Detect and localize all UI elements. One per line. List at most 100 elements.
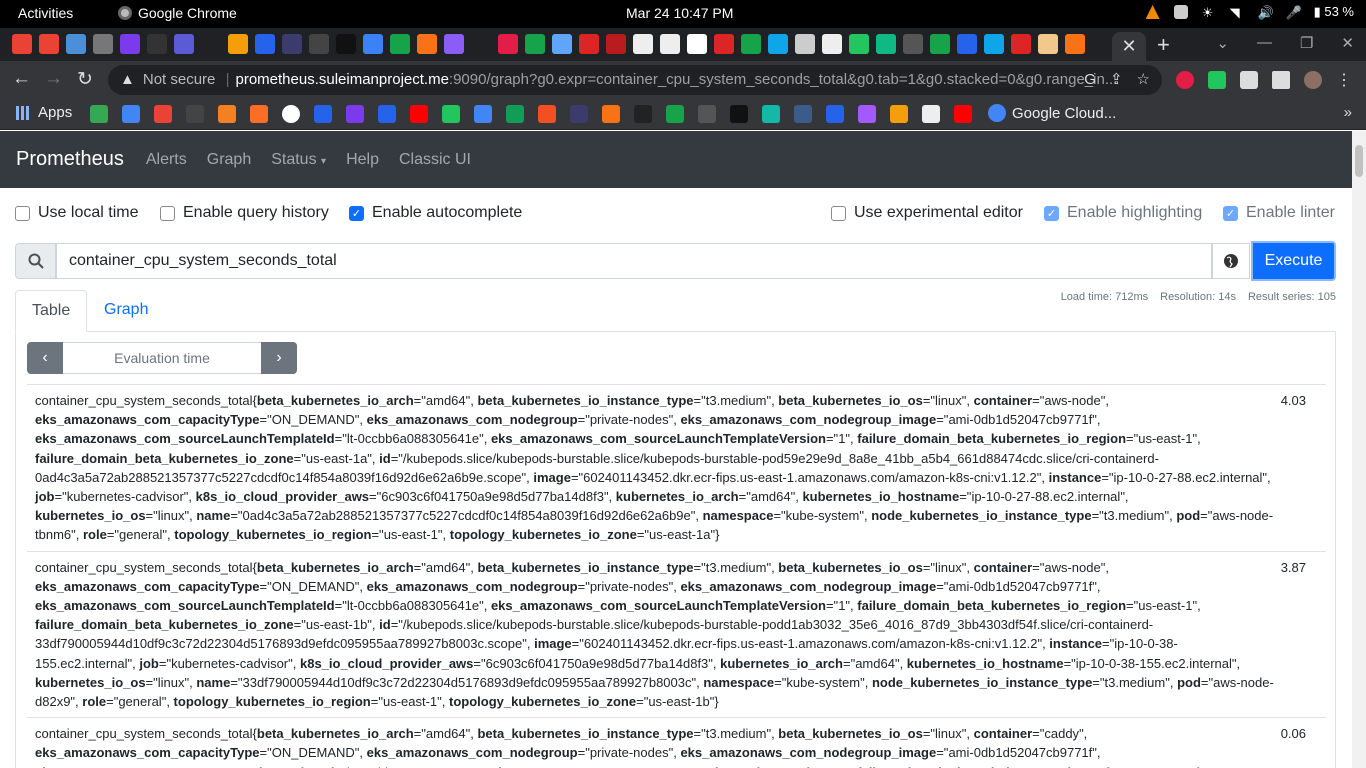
tab-app[interactable] bbox=[417, 34, 437, 54]
bookmarks-overflow-icon[interactable]: » bbox=[1344, 104, 1352, 121]
tab-app[interactable] bbox=[903, 34, 923, 54]
tab-gmail-2[interactable] bbox=[39, 34, 59, 54]
puzzle-extensions-icon[interactable] bbox=[1240, 71, 1258, 89]
bookmark-youtube[interactable] bbox=[410, 105, 428, 123]
tab-app[interactable] bbox=[822, 34, 842, 54]
nav-classic-ui[interactable]: Classic UI bbox=[399, 151, 471, 169]
eval-time-forward-button[interactable]: › bbox=[261, 342, 297, 374]
side-panel-icon[interactable] bbox=[1272, 71, 1290, 89]
tab-app[interactable] bbox=[795, 34, 815, 54]
expression-input[interactable]: container_cpu_system_seconds_total bbox=[56, 243, 1212, 279]
tab-app[interactable] bbox=[606, 34, 626, 54]
bookmark-item[interactable] bbox=[570, 105, 588, 123]
tab-app[interactable] bbox=[201, 34, 221, 54]
bookmark-item[interactable] bbox=[602, 105, 620, 123]
forward-button[interactable]: → bbox=[44, 68, 63, 90]
scrollbar-thumb[interactable] bbox=[1355, 145, 1363, 177]
tab-app[interactable] bbox=[93, 34, 113, 54]
bookmark-gmail[interactable] bbox=[154, 105, 172, 123]
bookmark-apps[interactable]: Apps bbox=[16, 104, 72, 121]
tab-app[interactable] bbox=[876, 34, 896, 54]
profile-avatar[interactable] bbox=[1304, 71, 1322, 89]
tab-app[interactable] bbox=[228, 34, 248, 54]
tab-active-close-button[interactable]: ✕ bbox=[1112, 32, 1146, 61]
bookmark-item[interactable] bbox=[698, 105, 716, 123]
tab-table[interactable]: Table bbox=[15, 290, 88, 332]
tab-app[interactable] bbox=[336, 34, 356, 54]
use-experimental-editor-option[interactable]: Use experimental editor bbox=[831, 204, 1023, 222]
share-icon[interactable]: ⇪ bbox=[1110, 65, 1123, 95]
tab-app[interactable] bbox=[741, 34, 761, 54]
enable-autocomplete-option[interactable]: ✓ Enable autocomplete bbox=[349, 204, 522, 222]
tab-app[interactable] bbox=[1011, 34, 1031, 54]
bookmark-figma[interactable] bbox=[858, 105, 876, 123]
tab-app[interactable] bbox=[1065, 34, 1085, 54]
activities-button[interactable]: Activities bbox=[18, 5, 73, 21]
tab-app[interactable] bbox=[687, 34, 707, 54]
extension-icon[interactable] bbox=[1176, 71, 1194, 89]
tab-app[interactable] bbox=[660, 34, 680, 54]
bookmark-item[interactable] bbox=[666, 105, 684, 123]
tab-app[interactable] bbox=[174, 34, 194, 54]
bookmark-gitlab[interactable] bbox=[250, 105, 268, 123]
prometheus-brand[interactable]: Prometheus bbox=[16, 148, 124, 171]
bookmark-microsoft[interactable] bbox=[538, 105, 556, 123]
use-local-time-checkbox[interactable] bbox=[15, 205, 30, 221]
tab-app[interactable] bbox=[363, 34, 383, 54]
tab-x[interactable] bbox=[147, 34, 167, 54]
enable-autocomplete-checkbox[interactable]: ✓ bbox=[349, 205, 364, 221]
bookmark-x[interactable] bbox=[634, 105, 652, 123]
use-experimental-editor-checkbox[interactable] bbox=[831, 205, 846, 221]
bookmark-maps[interactable] bbox=[90, 105, 108, 123]
bookmark-translate[interactable] bbox=[122, 105, 140, 123]
tab-app[interactable] bbox=[1038, 34, 1058, 54]
back-button[interactable]: ← bbox=[12, 68, 31, 90]
tab-gmail[interactable] bbox=[12, 34, 32, 54]
tab-search-icon[interactable]: ⌄ bbox=[1216, 34, 1229, 52]
enable-query-history-checkbox[interactable] bbox=[160, 205, 175, 221]
tab-app[interactable] bbox=[849, 34, 869, 54]
tab-github[interactable] bbox=[309, 34, 329, 54]
bookmark-item[interactable] bbox=[794, 105, 812, 123]
clock[interactable]: Mar 24 10:47 PM bbox=[626, 5, 733, 21]
bookmark-item[interactable] bbox=[282, 105, 300, 123]
metrics-explorer-globe-icon[interactable] bbox=[1212, 243, 1250, 279]
tab-graph[interactable]: Graph bbox=[88, 290, 164, 332]
bookmark-item[interactable] bbox=[762, 105, 780, 123]
bookmark-item[interactable] bbox=[730, 105, 748, 123]
tab-app[interactable] bbox=[120, 34, 140, 54]
nav-status-dropdown[interactable]: Status ▾ bbox=[271, 151, 326, 169]
chrome-menu-icon[interactable]: ⋮ bbox=[1336, 70, 1352, 90]
enable-query-history-option[interactable]: Enable query history bbox=[160, 204, 329, 222]
bookmark-item[interactable] bbox=[442, 105, 460, 123]
reload-button[interactable]: ↻ bbox=[77, 68, 93, 91]
tab-app[interactable] bbox=[957, 34, 977, 54]
tab-app[interactable] bbox=[552, 34, 572, 54]
tab-app[interactable] bbox=[984, 34, 1004, 54]
new-tab-button[interactable]: + bbox=[1157, 32, 1170, 58]
eval-time-back-button[interactable]: ‹ bbox=[27, 342, 63, 374]
tab-app[interactable] bbox=[768, 34, 788, 54]
bookmark-google-cloud[interactable]: Google Cloud... bbox=[988, 104, 1116, 122]
bookmark-youtube-2[interactable] bbox=[954, 105, 972, 123]
evaluation-time-input[interactable]: Evaluation time bbox=[64, 343, 260, 373]
tab-app[interactable] bbox=[66, 34, 86, 54]
nav-graph[interactable]: Graph bbox=[207, 151, 251, 169]
extension-icon[interactable] bbox=[1208, 71, 1226, 89]
bookmark-sheets[interactable] bbox=[506, 105, 524, 123]
bookmark-item[interactable] bbox=[378, 105, 396, 123]
bookmark-item[interactable] bbox=[314, 105, 332, 123]
execute-button[interactable]: Execute bbox=[1251, 241, 1336, 281]
maximize-button[interactable]: ❐ bbox=[1300, 34, 1313, 52]
minimize-button[interactable]: — bbox=[1257, 34, 1272, 52]
tab-app[interactable] bbox=[255, 34, 275, 54]
bookmark-item[interactable] bbox=[826, 105, 844, 123]
tab-app[interactable] bbox=[579, 34, 599, 54]
nav-help[interactable]: Help bbox=[346, 151, 379, 169]
bookmark-github[interactable] bbox=[186, 105, 204, 123]
bookmark-docs[interactable] bbox=[474, 105, 492, 123]
bookmark-star-icon[interactable]: ☆ bbox=[1137, 65, 1150, 95]
use-local-time-option[interactable]: Use local time bbox=[15, 204, 138, 222]
bookmark-item[interactable] bbox=[346, 105, 364, 123]
tab-app[interactable] bbox=[714, 34, 734, 54]
